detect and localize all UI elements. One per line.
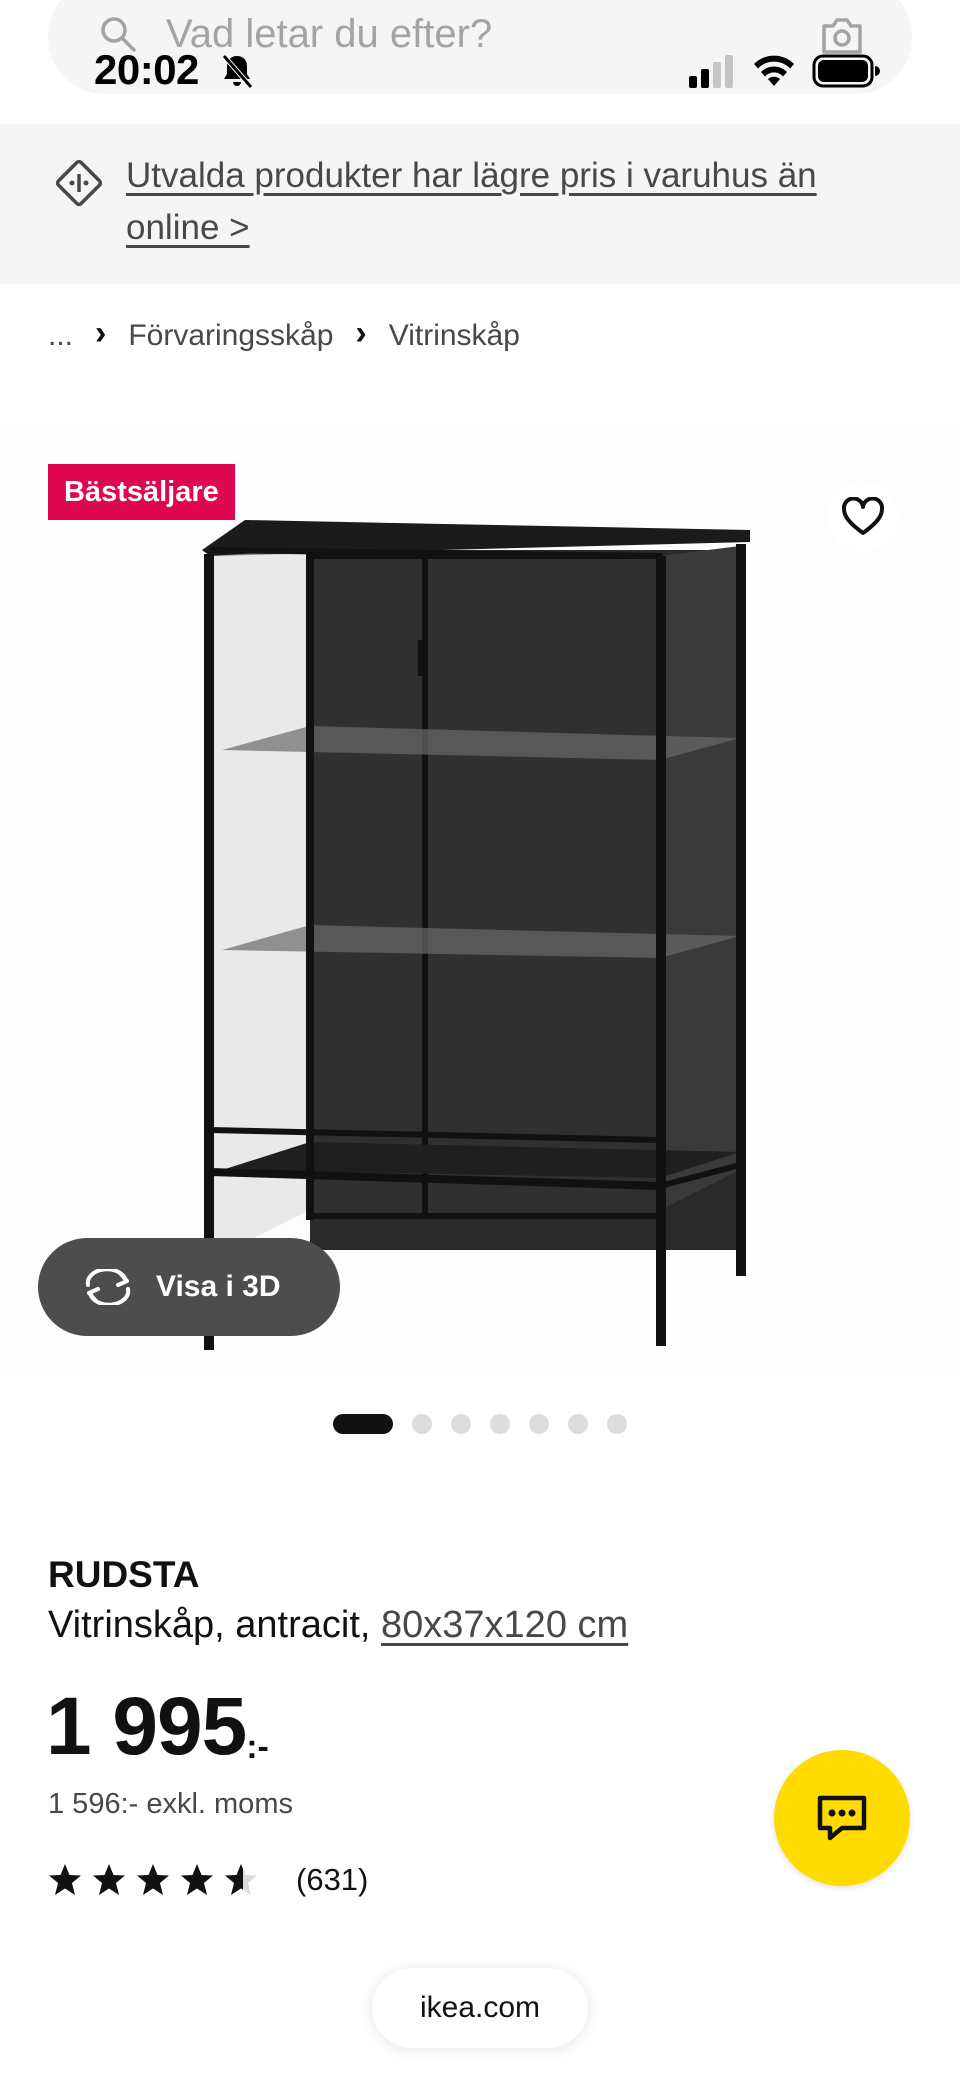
carousel-dot[interactable]: [607, 1414, 627, 1434]
product-rating[interactable]: (631): [48, 1862, 368, 1898]
browser-url-bar[interactable]: ikea.com: [372, 1968, 588, 2048]
price-suffix: :-: [246, 1728, 269, 1766]
signal-icon: [689, 55, 733, 88]
view-3d-button[interactable]: Visa i 3D: [38, 1238, 340, 1336]
carousel-dot[interactable]: [529, 1414, 549, 1434]
banner-link[interactable]: Utvalda produkter har lägre pris i varuh…: [126, 150, 866, 254]
chevron-right-icon: ›: [95, 314, 107, 352]
view-3d-label: Visa i 3D: [156, 1270, 281, 1303]
price-value: 1 995: [46, 1681, 247, 1772]
star-half-icon: [225, 1864, 257, 1895]
breadcrumb-item-storage-cabinets[interactable]: Förvaringsskåp: [128, 319, 333, 353]
star-icon: [93, 1864, 125, 1895]
heart-icon: [841, 497, 885, 535]
product-photo: [202, 520, 750, 1350]
price-tag-icon: [55, 159, 103, 207]
favorite-button[interactable]: [828, 482, 898, 552]
product-name: RUDSTA: [48, 1554, 200, 1595]
carousel-dot[interactable]: [490, 1414, 510, 1434]
chevron-right-icon: ›: [355, 314, 367, 352]
chat-button[interactable]: [774, 1750, 910, 1886]
carousel-indicator: [333, 1414, 646, 1434]
breadcrumb-item-glass-door-cabinets[interactable]: Vitrinskåp: [389, 319, 520, 353]
search-input[interactable]: Vad letar du efter?: [166, 12, 492, 57]
carousel-dot[interactable]: [412, 1414, 432, 1434]
breadcrumb-ellipsis[interactable]: ...: [48, 319, 73, 353]
store-price-banner[interactable]: Utvalda produkter har lägre pris i varuh…: [0, 124, 960, 284]
star-icon: [137, 1864, 169, 1895]
product-image-carousel[interactable]: Bästsäljare Visa i 3D: [0, 430, 960, 1370]
bell-slash-icon: [222, 54, 253, 89]
rotate-icon: [85, 1269, 131, 1305]
camera-icon[interactable]: [818, 14, 866, 56]
product-description: Vitrinskåp, antracit, 80x37x120 cm: [48, 1604, 628, 1647]
carousel-dot-active[interactable]: [333, 1414, 393, 1434]
breadcrumb: ... › Förvaringsskåp › Vitrinskåp: [48, 314, 520, 357]
product-price: 1 995 :-: [46, 1686, 269, 1768]
carousel-dot[interactable]: [568, 1414, 588, 1434]
star-icon: [181, 1864, 213, 1895]
bestseller-badge: Bästsäljare: [48, 464, 235, 520]
star-icon: [49, 1864, 81, 1895]
product-size-link[interactable]: 80x37x120 cm: [381, 1604, 628, 1646]
price-excl-vat: 1 596:- exkl. moms: [48, 1788, 293, 1820]
wifi-icon: [754, 55, 794, 86]
rating-count[interactable]: (631): [296, 1862, 368, 1898]
carousel-dot[interactable]: [451, 1414, 471, 1434]
chat-icon: [817, 1795, 867, 1841]
battery-icon: [812, 54, 880, 88]
product-type: Vitrinskåp, antracit,: [48, 1604, 382, 1646]
status-time: 20:02: [94, 46, 199, 93]
